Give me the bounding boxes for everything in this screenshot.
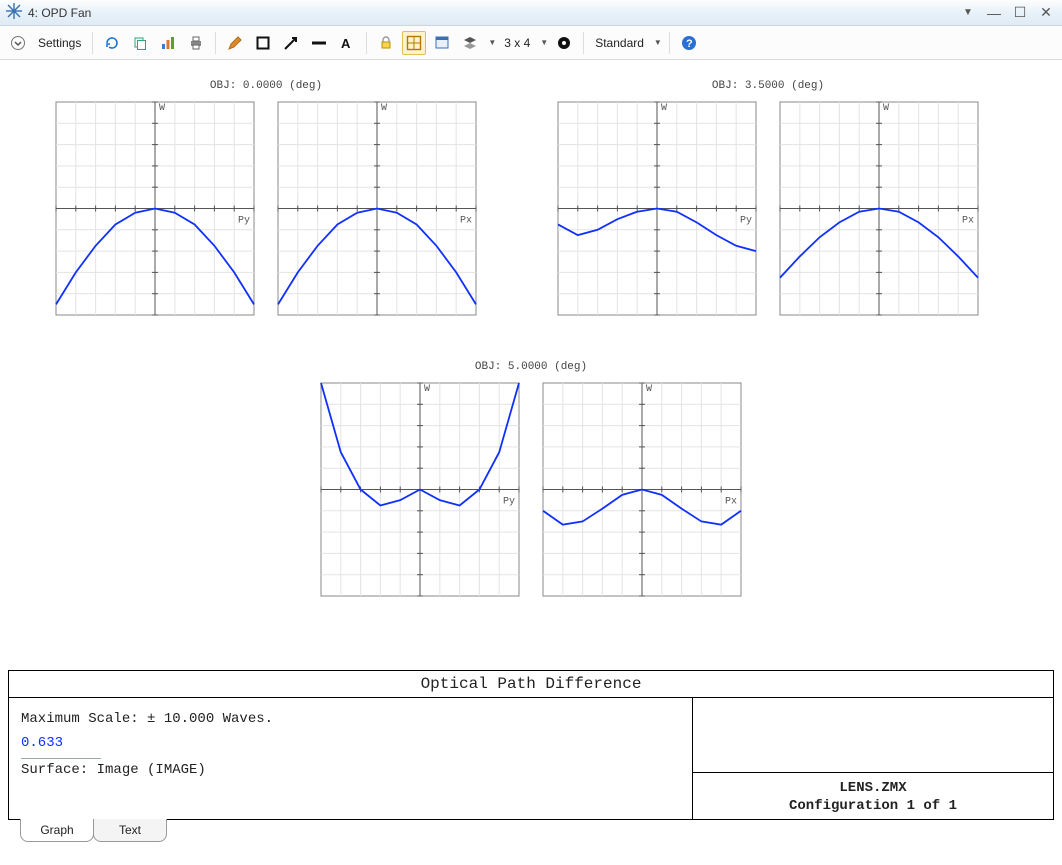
plot-canvas: W Py [50,96,260,321]
template-select[interactable]: Standard [591,36,648,50]
template-caret-icon[interactable]: ▼ [654,38,662,47]
svg-text:Px: Px [725,497,737,508]
svg-text:Px: Px [460,216,472,227]
copy-icon[interactable] [128,31,152,55]
tab-text[interactable]: Text [93,819,167,842]
obj-title-1: OBJ: 3.5000 (deg) [552,80,984,92]
svg-text:?: ? [686,38,693,50]
grid-caret-icon[interactable]: ▼ [540,38,548,47]
print-icon[interactable] [184,31,208,55]
scale-line: Maximum Scale: ± 10.000 Waves. [21,708,680,732]
plot-canvas: W Py [315,377,525,602]
svg-text:Px: Px [962,216,974,227]
pencil-icon[interactable] [223,31,247,55]
svg-text:W: W [159,103,165,114]
plot-2-px[interactable]: W Px [537,377,747,602]
zoom-window-icon[interactable] [402,31,426,55]
wavelength-value[interactable]: 0.633 [21,732,101,759]
plot-canvas: W Py [552,96,762,321]
plot-0-py[interactable]: W Py [50,96,260,321]
layers-icon[interactable] [458,31,482,55]
title-bar: 4: OPD Fan ▼ — ☐ ✕ [0,0,1062,26]
minimize-icon[interactable]: — [984,5,1004,21]
obj-group-1: OBJ: 3.5000 (deg) W Py W Px [552,80,984,321]
grid-layout-label: 3 x 4 [500,36,534,50]
help-icon[interactable]: ? [677,31,701,55]
maximize-icon[interactable]: ☐ [1010,4,1030,21]
svg-text:W: W [646,384,652,395]
arrow-tool-icon[interactable] [279,31,303,55]
layers-caret-icon[interactable]: ▼ [488,38,496,47]
tab-graph[interactable]: Graph [20,819,94,842]
plot-1-px[interactable]: W Px [774,96,984,321]
obj-title-2: OBJ: 5.0000 (deg) [315,361,747,373]
text-tool-icon[interactable]: A [335,31,359,55]
refresh-icon[interactable] [100,31,124,55]
plot-2-py[interactable]: W Py [315,377,525,602]
settings-button[interactable]: Settings [34,36,85,50]
app-icon [6,3,22,22]
info-right: LENS.ZMX Configuration 1 of 1 [693,698,1053,819]
lock-aspect-icon[interactable] [374,31,398,55]
chart-icon[interactable] [156,31,180,55]
plot-canvas: W Px [272,96,482,321]
surface-line: Surface: Image (IMAGE) [21,759,680,783]
info-left: Maximum Scale: ± 10.000 Waves. 0.633 Sur… [9,698,693,819]
plot-1-py[interactable]: W Py [552,96,762,321]
window-options-icon[interactable] [430,31,454,55]
svg-text:W: W [661,103,667,114]
obj-group-0: OBJ: 0.0000 (deg) W Py W Px [50,80,482,321]
plots-area: OBJ: 0.0000 (deg) W Py W Px OBJ: 3.5000 (d… [0,60,1062,670]
toolbar: Settings A ▼ 3 x 4 ▼ Standa [0,26,1062,60]
svg-text:Py: Py [503,497,515,508]
dropdown-window-icon[interactable]: ▼ [958,7,978,18]
svg-text:W: W [883,103,889,114]
auto-update-icon[interactable] [552,31,576,55]
filename: LENS.ZMX [693,779,1053,797]
bottom-tabs: Graph Text [0,819,1062,842]
plot-canvas: W Px [537,377,747,602]
line-tool-icon[interactable] [307,31,331,55]
expand-icon[interactable] [6,31,30,55]
plot-canvas: W Px [774,96,984,321]
window-title: 4: OPD Fan [28,6,91,20]
close-icon[interactable]: ✕ [1036,4,1056,21]
obj-group-2: OBJ: 5.0000 (deg) W Py W Px [315,361,747,602]
svg-text:A: A [341,36,351,51]
plot-0-px[interactable]: W Px [272,96,482,321]
rectangle-tool-icon[interactable] [251,31,275,55]
svg-text:W: W [381,103,387,114]
configuration: Configuration 1 of 1 [693,797,1053,815]
svg-text:Py: Py [238,216,250,227]
info-title: Optical Path Difference [9,671,1053,698]
svg-text:Py: Py [740,216,752,227]
info-table: Optical Path Difference Maximum Scale: ±… [8,670,1054,820]
obj-title-0: OBJ: 0.0000 (deg) [50,80,482,92]
svg-text:W: W [424,384,430,395]
